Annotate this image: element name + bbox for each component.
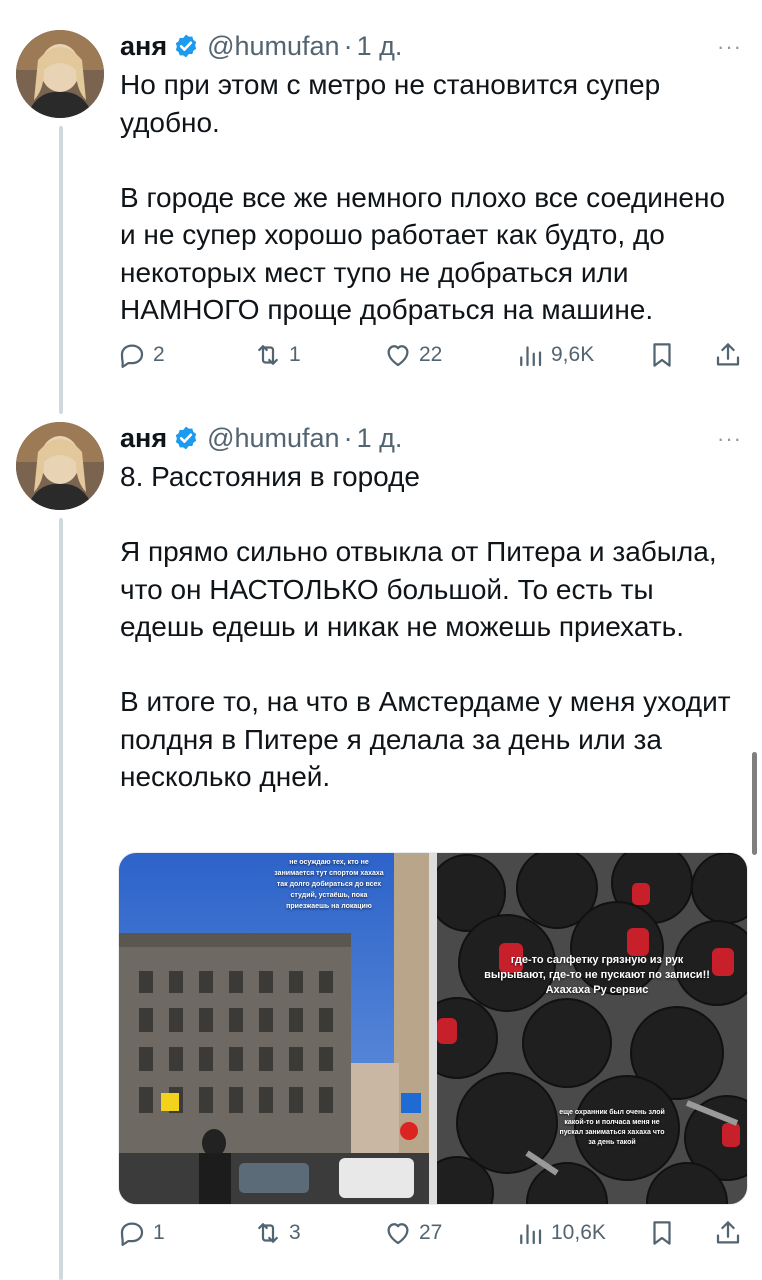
views-count: 9,6K [551,343,595,366]
gym-photo-image [437,853,747,1204]
tweet-paragraph: 8. Расстояния в городе [120,461,421,492]
tweet-header: аня @humufan · 1 д. [120,28,402,64]
reply-count: 2 [153,343,165,366]
heart-icon [387,345,409,367]
tweet-paragraph: В городе все же немного плохо все соедин… [120,181,726,326]
author-handle[interactable]: @humufan [207,423,339,454]
media-photo-gym[interactable]: где-то салфетку грязную из рук вырывают,… [437,853,747,1204]
views-chart-icon [520,346,542,367]
reply-icon [120,344,144,368]
author-name[interactable]: аня [120,31,167,62]
repost-icon [258,1223,278,1243]
reply-button[interactable]: 1 [117,1218,165,1248]
verified-badge-icon [175,34,197,58]
header-separator: · [343,30,353,61]
bookmark-button[interactable] [647,1218,683,1248]
views-count: 10,6K [551,1221,606,1244]
share-button[interactable] [713,1218,749,1248]
avatar[interactable] [16,422,104,510]
verified-badge-icon [175,426,197,450]
author-name[interactable]: аня [120,423,167,454]
media-caption: где-то салфетку грязную из рук вырывают,… [484,954,710,996]
share-icon [716,1221,740,1244]
tweet-text: Но при этом с метро не становится супер … [120,66,745,329]
reply-count: 1 [153,1221,165,1244]
thread-line [59,518,63,1280]
tweet-time[interactable]: 1 д. [357,423,403,454]
tweet-time[interactable]: 1 д. [357,31,403,62]
share-button[interactable] [713,340,749,370]
media-caption: не осуждаю тех, кто не занимается тут сп… [274,859,384,910]
media-photo-street[interactable]: не осуждаю тех, кто не занимается тут сп… [119,853,429,1204]
author-handle[interactable]: @humufan [207,31,339,62]
heart-icon [387,1223,409,1245]
tweet-paragraph: В итоге то, на что в Амстердаме у меня у… [120,686,731,792]
media-caption-small: еще охранник был очень злой какой-то и п… [559,1109,665,1146]
reply-icon [120,1222,144,1246]
scrollbar[interactable] [752,752,757,855]
views-chart-icon [520,1224,542,1245]
header-separator: · [343,422,353,453]
views-button[interactable]: 9,6K [515,340,594,370]
more-options-icon[interactable]: ··· [717,426,742,452]
repost-count: 3 [289,1221,301,1244]
like-count: 27 [419,1221,443,1244]
more-options-icon[interactable]: ··· [717,34,742,60]
tweet-text: 8. Расстояния в городе Я прямо сильно от… [120,458,745,796]
repost-count: 1 [289,343,301,366]
like-button[interactable]: 27 [383,1218,442,1248]
tweet-actions: 2 1 22 9,6K [117,340,747,380]
reply-button[interactable]: 2 [117,340,165,370]
repost-button[interactable]: 3 [253,1218,301,1248]
like-button[interactable]: 22 [383,340,442,370]
bookmark-icon [653,343,671,367]
repost-button[interactable]: 1 [253,340,301,370]
media-grid[interactable]: не осуждаю тех, кто не занимается тут сп… [118,852,748,1205]
tweet-paragraph: Я прямо сильно отвыкла от Питера и забыл… [120,536,717,642]
thread-line [59,126,63,414]
bookmark-button[interactable] [647,340,683,370]
views-button[interactable]: 10,6K [515,1218,606,1248]
bookmark-icon [653,1221,671,1245]
tweet-header: аня @humufan · 1 д. [120,420,402,456]
repost-icon [258,345,278,365]
avatar[interactable] [16,30,104,118]
share-icon [716,343,740,366]
tweet-actions: 1 3 27 10,6K [117,1218,747,1258]
like-count: 22 [419,343,443,366]
tweet-paragraph: Но при этом с метро не становится супер … [120,69,661,138]
